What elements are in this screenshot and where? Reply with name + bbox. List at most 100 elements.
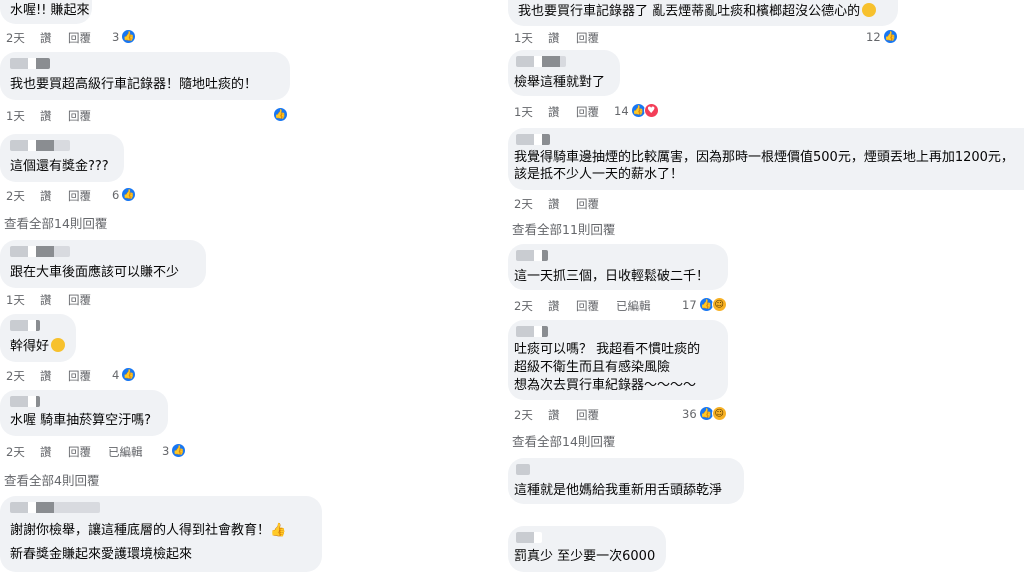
reaction-count[interactable]: 14 👍 ♥ <box>614 103 659 118</box>
author-name-redacted[interactable] <box>10 502 100 513</box>
comment-bubble: 水喔!! 賺起來 <box>0 0 92 24</box>
view-all-replies-link[interactable]: 查看全部11則回覆 <box>512 219 615 238</box>
like-button[interactable]: 讚 <box>40 444 68 460</box>
reaction-number: 3 <box>112 29 120 44</box>
comment-item: 這個還有獎金??? 2天 讚 回覆 6 👍 <box>0 134 330 214</box>
comment-text: 水喔 騎車抽菸算空汙嗎? <box>10 413 152 428</box>
comment-time[interactable]: 2天 <box>6 30 40 46</box>
author-name-redacted[interactable] <box>10 58 50 69</box>
reply-button[interactable]: 回覆 <box>68 444 108 460</box>
author-name-redacted[interactable] <box>10 396 40 407</box>
clapping-hands-emoji-icon <box>51 338 66 352</box>
comment-actions: 1天 讚 回覆 <box>514 30 616 46</box>
like-button[interactable]: 讚 <box>40 292 68 308</box>
comment-time[interactable]: 2天 <box>514 196 548 212</box>
reply-button[interactable]: 回覆 <box>576 407 616 423</box>
like-button[interactable]: 讚 <box>548 104 576 120</box>
comment-item: 檢舉這種就對了 1天 讚 回覆 14 👍 ♥ <box>508 50 1024 122</box>
comment-item: 水喔 騎車抽菸算空汙嗎? 2天 讚 回覆 已編輯 3 👍 <box>0 390 330 466</box>
like-button[interactable]: 讚 <box>40 188 68 204</box>
comment-text-line: 超級不衛生而且有感染風險 <box>514 360 671 375</box>
comment-time[interactable]: 2天 <box>6 188 40 204</box>
face-emoji-icon <box>862 3 877 17</box>
comment-bubble: 我覺得騎車邊抽煙的比較厲害，因為那時一根煙價值500元，煙頭丟地上再加1200元… <box>508 128 1024 190</box>
reply-button[interactable]: 回覆 <box>576 104 616 120</box>
reply-button[interactable]: 回覆 <box>68 368 108 384</box>
comment-item: 這種就是他媽給我重新用舌頭舔乾淨 <box>508 458 1024 508</box>
like-button[interactable]: 讚 <box>40 368 68 384</box>
comment-time[interactable]: 1天 <box>514 104 548 120</box>
comment-bubble: 跟在大車後面應該可以賺不少 <box>0 240 206 288</box>
like-button[interactable]: 讚 <box>548 407 576 423</box>
author-name-redacted[interactable] <box>516 134 550 145</box>
comment-time[interactable]: 2天 <box>514 407 548 423</box>
comment-actions: 2天 讚 回覆 <box>514 407 616 423</box>
reaction-count[interactable]: 3 👍 <box>162 443 187 458</box>
comment-time[interactable]: 1天 <box>6 108 40 124</box>
like-button[interactable]: 讚 <box>548 30 576 46</box>
comment-actions: 2天 讚 回覆 已編輯 <box>514 298 656 314</box>
comment-text-line: 謝謝你檢舉，讓這種底層的人得到社會教育！👍 <box>10 522 286 540</box>
author-name-redacted[interactable] <box>10 246 70 257</box>
reaction-count[interactable]: 👍 <box>273 107 288 122</box>
author-name-redacted[interactable] <box>10 320 40 331</box>
love-reaction-icon: ♥ <box>643 103 659 118</box>
comment-text: 水喔!! 賺起來 <box>10 3 90 18</box>
like-reaction-icon: 👍 <box>273 107 288 122</box>
reaction-number: 4 <box>112 367 120 382</box>
comment-text: 這個還有獎金??? <box>10 159 109 174</box>
reply-button[interactable]: 回覆 <box>576 30 616 46</box>
author-name-redacted[interactable] <box>10 140 70 151</box>
edited-label: 已編輯 <box>108 445 143 459</box>
reply-button[interactable]: 回覆 <box>576 298 616 314</box>
author-name-redacted[interactable] <box>516 532 542 543</box>
reaction-count[interactable]: 3 👍 <box>112 29 137 44</box>
like-reaction-icon: 👍 <box>171 443 187 458</box>
comment-bubble: 謝謝你檢舉，讓這種底層的人得到社會教育！👍 新春獎金賺起來愛護環境檢起來 <box>0 496 322 572</box>
like-button[interactable]: 讚 <box>548 196 576 212</box>
like-button[interactable]: 讚 <box>40 108 68 124</box>
like-reaction-icon: 👍 <box>121 367 137 382</box>
author-name-redacted[interactable] <box>516 464 530 475</box>
reply-button[interactable]: 回覆 <box>576 196 616 212</box>
comment-bubble: 我也要買行車記錄器了 亂丟煙蒂亂吐痰和檳榔超沒公德心的 <box>508 0 898 26</box>
haha-reaction-icon: ☺ <box>711 297 727 312</box>
thumbs-up-emoji-icon: 👍 <box>270 523 287 538</box>
author-name-redacted[interactable] <box>516 56 566 67</box>
comment-item: 這一天抓三個，日收輕鬆破二千！ 2天 讚 回覆 已編輯 17 👍 ☺ <box>508 244 1024 314</box>
view-all-replies-link[interactable]: 查看全部4則回覆 <box>4 470 99 489</box>
comment-text-content: 幹得好 <box>10 339 50 354</box>
comment-text-line: 我覺得騎車邊抽煙的比較厲害，因為那時一根煙價值500元，煙頭丟地上再加1200元… <box>514 150 1014 165</box>
comment-item: 水喔!! 賺起來 2天 讚 回覆 3 👍 <box>0 0 330 50</box>
comment-time[interactable]: 1天 <box>514 30 548 46</box>
reaction-count[interactable]: 12 👍 <box>866 29 898 44</box>
comment-bubble: 幹得好 <box>0 314 76 362</box>
comment-bubble: 罰真少 至少要一次6000 <box>508 526 666 572</box>
reaction-count[interactable]: 6 👍 <box>112 187 137 202</box>
reply-button[interactable]: 回覆 <box>68 188 108 204</box>
comment-text-line: 新春獎金賺起來愛護環境檢起來 <box>10 547 193 562</box>
view-all-replies-link[interactable]: 查看全部14則回覆 <box>512 431 615 450</box>
reply-button[interactable]: 回覆 <box>68 108 108 124</box>
comment-item: 罰真少 至少要一次6000 <box>508 526 1024 576</box>
reaction-count[interactable]: 4 👍 <box>112 367 137 382</box>
reaction-count[interactable]: 36 👍 ☺ <box>682 406 727 421</box>
comment-time[interactable]: 2天 <box>6 368 40 384</box>
author-name-redacted[interactable] <box>516 326 548 337</box>
author-name-redacted[interactable] <box>516 250 548 261</box>
comment-time[interactable]: 2天 <box>514 298 548 314</box>
comment-text: 跟在大車後面應該可以賺不少 <box>10 265 180 280</box>
view-all-replies-link[interactable]: 查看全部14則回覆 <box>4 213 107 232</box>
comment-time[interactable]: 1天 <box>6 292 40 308</box>
comment-item: 幹得好 2天 讚 回覆 4 👍 <box>0 314 330 384</box>
like-button[interactable]: 讚 <box>40 30 68 46</box>
comment-item: 跟在大車後面應該可以賺不少 1天 讚 回覆 <box>0 240 330 308</box>
reply-button[interactable]: 回覆 <box>68 292 108 308</box>
reaction-count[interactable]: 17 👍 ☺ <box>682 297 727 312</box>
comment-time[interactable]: 2天 <box>6 444 40 460</box>
haha-reaction-icon: ☺ <box>711 406 727 421</box>
reply-button[interactable]: 回覆 <box>68 30 108 46</box>
right-comments-panel: 我也要買行車記錄器了 亂丟煙蒂亂吐痰和檳榔超沒公德心的 1天 讚 回覆 12 👍… <box>508 0 1024 576</box>
comment-text-content: 我也要買行車記錄器了 亂丟煙蒂亂吐痰和檳榔超沒公德心的 <box>518 4 861 19</box>
like-button[interactable]: 讚 <box>548 298 576 314</box>
